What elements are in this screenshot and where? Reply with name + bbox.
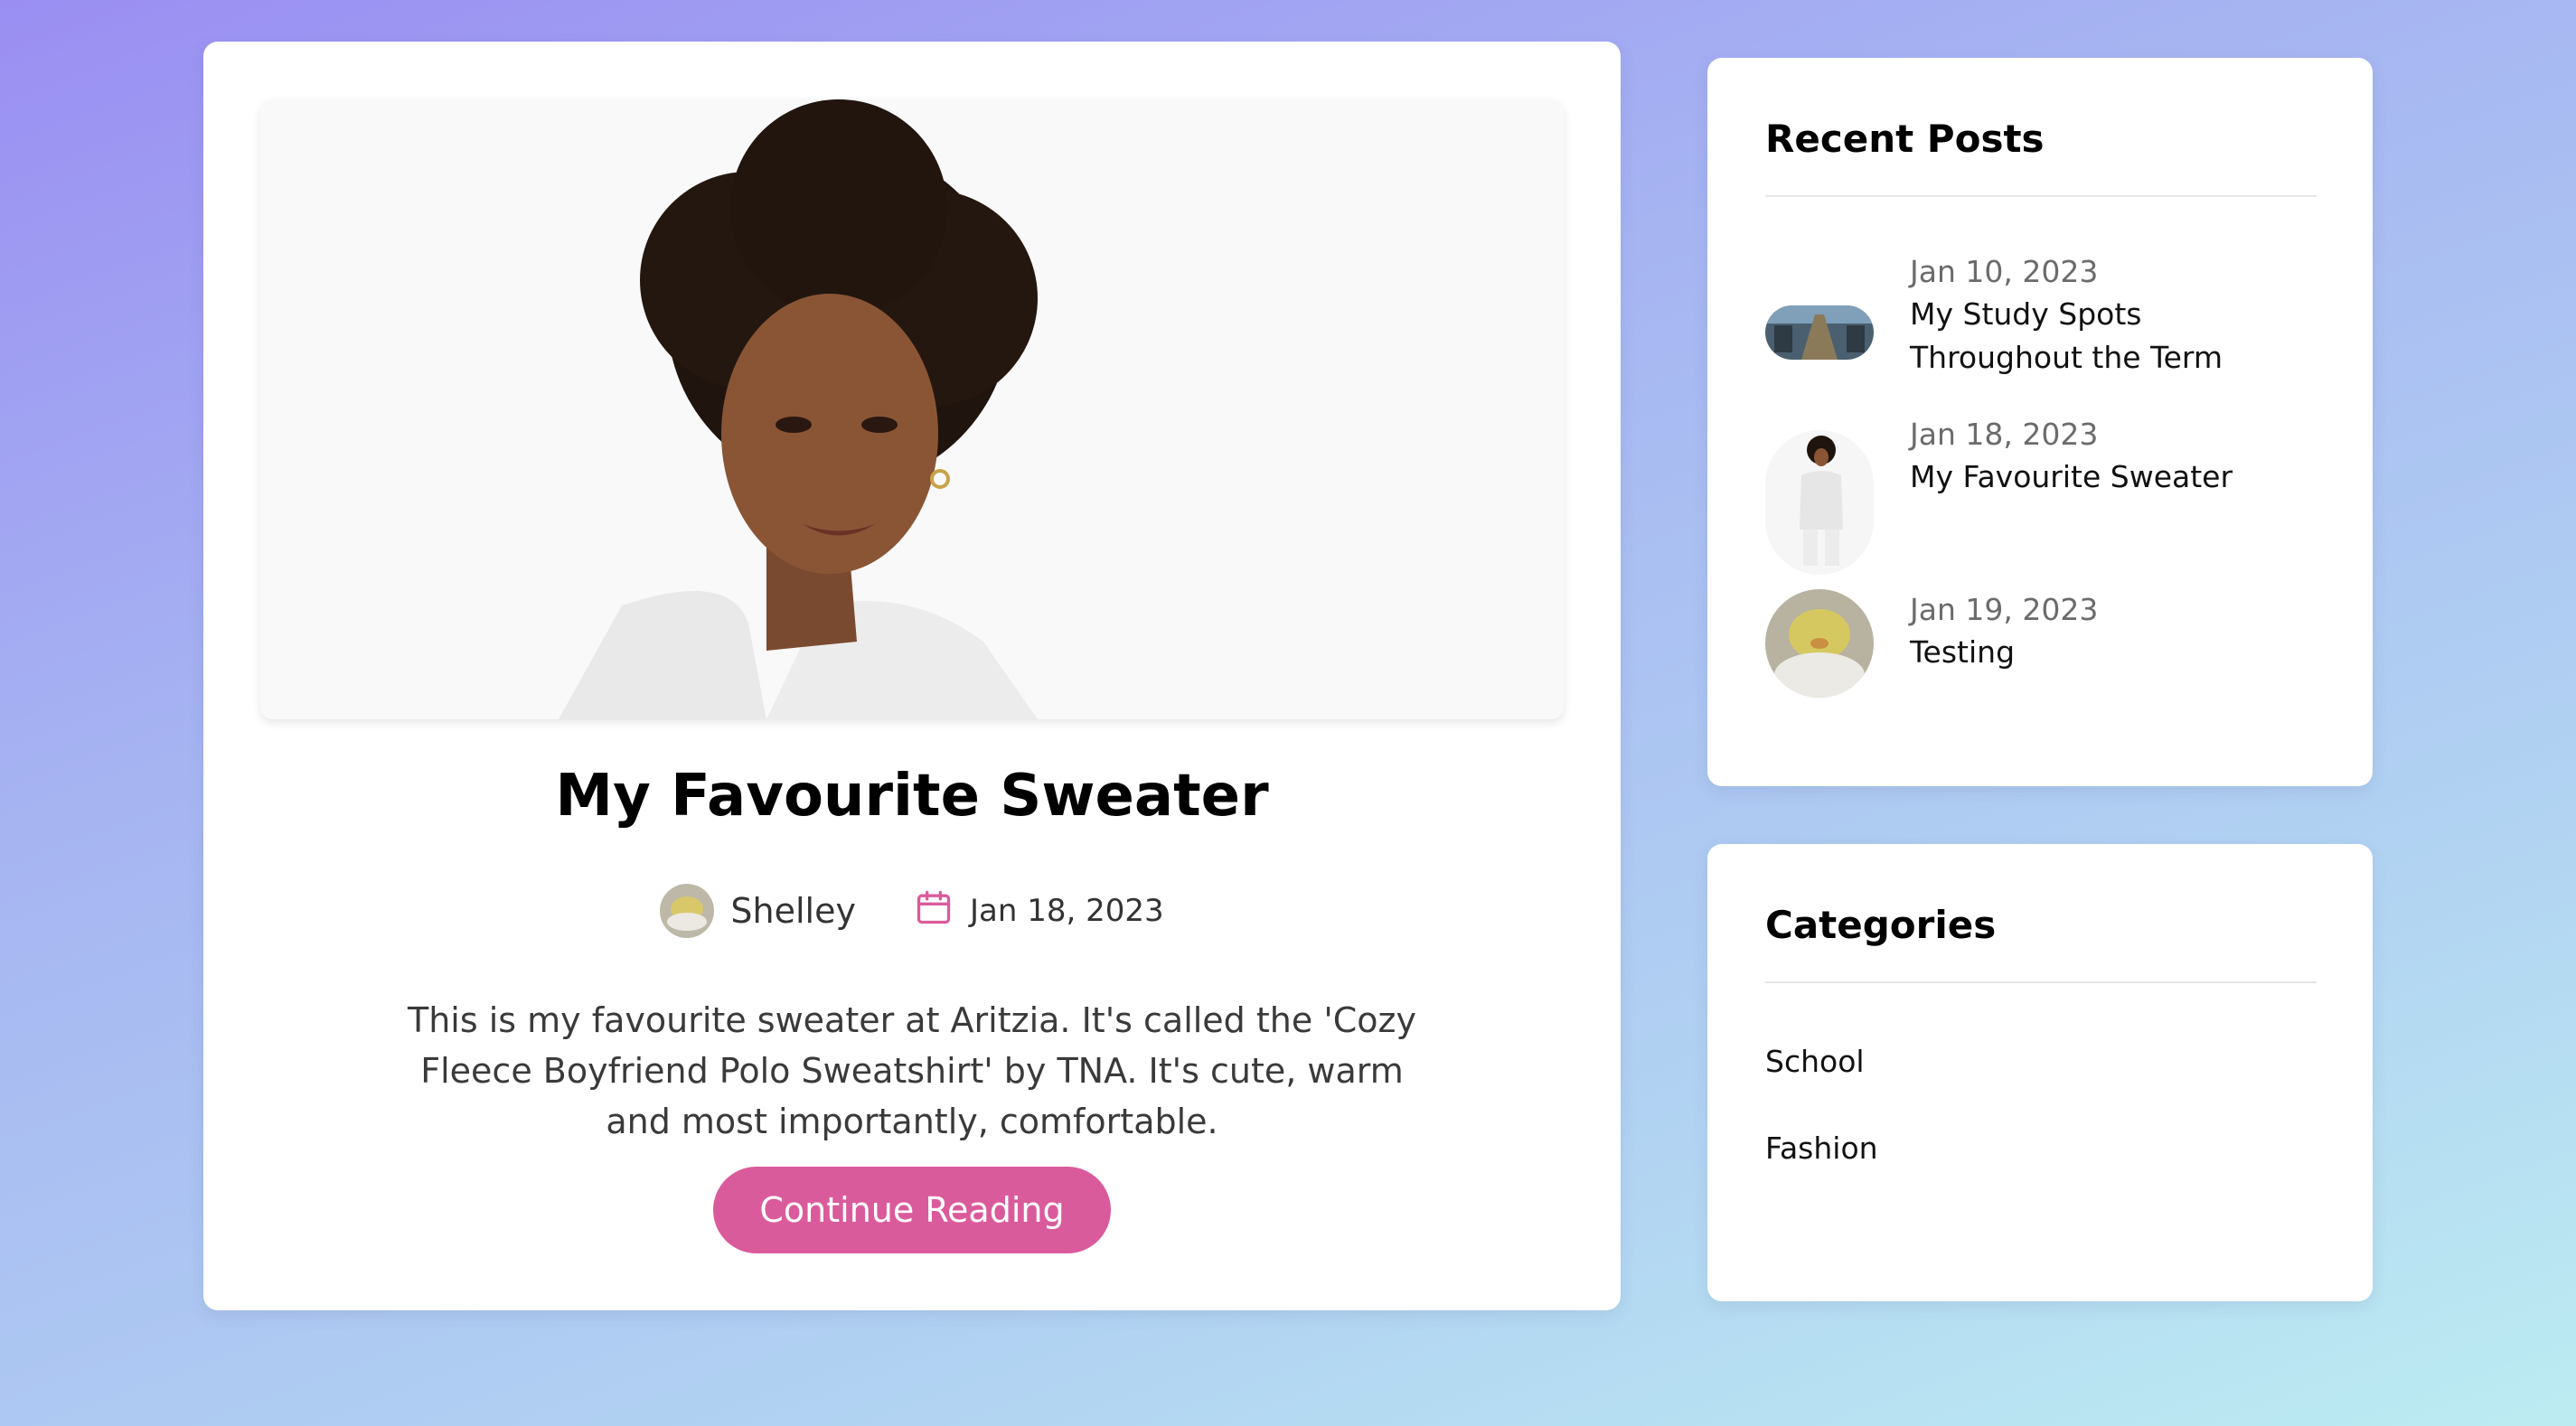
post-date: Jan 18, 2023 — [914, 887, 1164, 935]
post-card: My Favourite Sweater Shelley Jan 18, 202… — [203, 42, 1621, 1310]
recent-post-date: Jan 18, 2023 — [1910, 417, 2099, 452]
portrait-photo — [260, 99, 1564, 719]
categories-widget: Categories School Fashion — [1707, 844, 2373, 1301]
recent-posts-widget: Recent Posts Jan 10, 2023 My Study Spots… — [1707, 58, 2373, 786]
categories-title: Categories — [1765, 903, 1997, 947]
post-meta: Shelley Jan 18, 2023 — [203, 882, 1621, 940]
recent-post-item[interactable]: Jan 18, 2023 My Favourite Sweater — [1765, 414, 2317, 575]
recent-post-item[interactable]: Jan 19, 2023 Testing — [1765, 589, 2317, 707]
post-excerpt: This is my favourite sweater at Aritzia.… — [408, 1000, 1416, 1141]
divider — [1765, 981, 2317, 983]
author-name: Shelley — [730, 891, 856, 931]
category-link[interactable]: Fashion — [1765, 1128, 1878, 1169]
recent-post-title[interactable]: Testing — [1910, 631, 2317, 674]
divider — [1765, 195, 2317, 197]
category-link[interactable]: School — [1765, 1041, 1865, 1083]
recent-post-item[interactable]: Jan 10, 2023 My Study Spots Throughout t… — [1765, 251, 2317, 378]
post-title[interactable]: My Favourite Sweater — [203, 755, 1621, 837]
hero-image[interactable] — [260, 99, 1564, 719]
recent-posts-title: Recent Posts — [1765, 117, 2045, 161]
library-photo[interactable] — [1765, 305, 1874, 360]
plush-duck-photo[interactable] — [1765, 589, 1874, 698]
recent-post-date: Jan 10, 2023 — [1910, 254, 2099, 289]
post-author: Shelley — [660, 884, 856, 938]
post-date-text: Jan 18, 2023 — [969, 893, 1164, 929]
recent-post-title[interactable]: My Favourite Sweater — [1910, 455, 2317, 499]
sweater-photo[interactable] — [1765, 430, 1874, 575]
continue-reading-button[interactable]: Continue Reading — [713, 1167, 1111, 1253]
calendar-icon — [914, 887, 954, 935]
recent-post-title[interactable]: My Study Spots Throughout the Term — [1910, 293, 2317, 380]
recent-post-date: Jan 19, 2023 — [1910, 592, 2099, 627]
avatar — [660, 884, 715, 938]
